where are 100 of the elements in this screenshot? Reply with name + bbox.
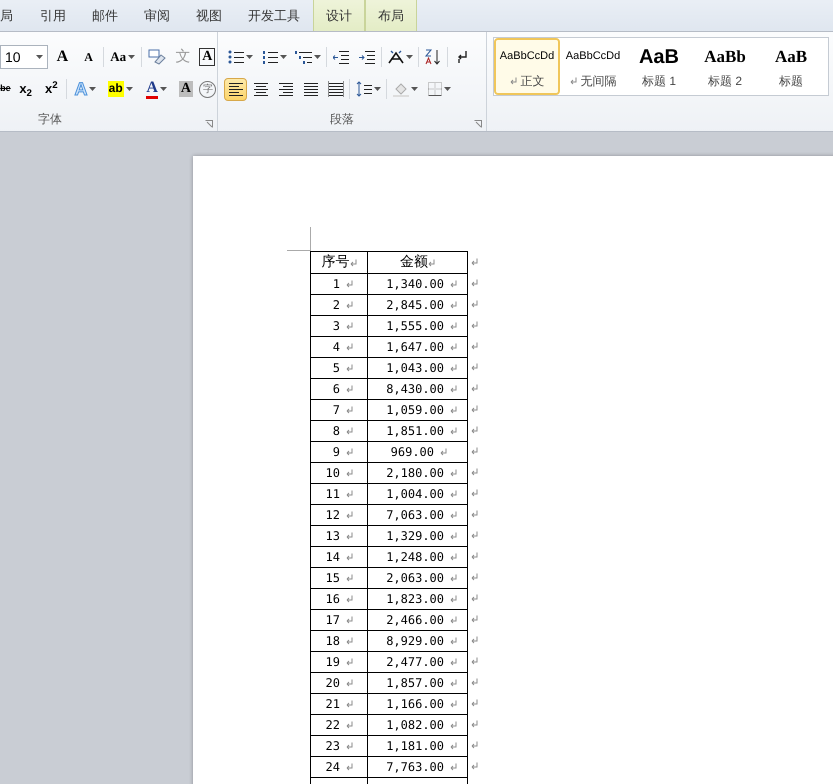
table-cell: 22: [310, 714, 368, 736]
change-case-button[interactable]: Aa: [107, 45, 138, 69]
paragraph-mark-icon: [346, 406, 353, 414]
table-cell: 9: [310, 442, 368, 462]
paragraph-mark-icon: [450, 595, 457, 603]
table-cell: 8,929.00: [368, 630, 468, 652]
table-cell: 7: [310, 400, 368, 420]
paragraph-mark-icon: [471, 426, 478, 434]
shrink-font-button[interactable]: A: [77, 45, 100, 69]
paragraph-mark-icon: [450, 301, 457, 309]
table-cell: 1,248.00: [368, 546, 468, 568]
table-cell: 2: [310, 294, 368, 316]
table-cell: 1,004.00: [368, 484, 468, 504]
table-cell: 2,063.00: [368, 568, 468, 588]
superscript-button[interactable]: x$^{2}$: [40, 77, 62, 101]
table-cell: 8: [310, 420, 368, 442]
ribbon-tab[interactable]: 引用: [27, 0, 79, 31]
font-color-button[interactable]: A: [140, 77, 173, 101]
paragraph-mark-icon: [471, 614, 478, 622]
font-size-field[interactable]: 10: [0, 45, 48, 69]
paragraph-mark-icon: [471, 468, 478, 476]
paragraph-mark-icon: [471, 320, 478, 328]
ribbon-tab[interactable]: 邮件: [79, 0, 131, 31]
paragraph-mark-icon: [450, 700, 457, 708]
table-cell: 2,845.00: [368, 294, 468, 316]
paragraph-mark-icon: [450, 532, 457, 540]
ribbon-tab[interactable]: 审阅: [131, 0, 183, 31]
paragraph-mark-icon: [471, 384, 478, 392]
table-cell: 4: [310, 336, 368, 358]
style-item[interactable]: AaB 标题: [758, 38, 824, 95]
paragraph-mark-icon: [440, 448, 447, 456]
paragraph-mark-icon: [471, 698, 478, 706]
paragraph-mark-icon: [471, 720, 478, 728]
table-cell: 1,555.00: [368, 316, 468, 336]
paragraph-mark-icon: [471, 300, 478, 308]
style-item[interactable]: AaBbCcDd 无间隔: [560, 38, 626, 95]
table-cell: 12: [310, 504, 368, 526]
paragraph-mark-icon: [346, 511, 353, 519]
paragraph-mark-icon: [450, 574, 457, 582]
ribbon-tab[interactable]: 局: [0, 0, 27, 31]
alignment-button[interactable]: [224, 78, 247, 100]
style-item[interactable]: AaBbCcDd 正文: [494, 38, 560, 95]
paragraph-mark-icon: [450, 637, 457, 645]
character-border-button[interactable]: A: [198, 45, 217, 69]
caret-icon: [246, 55, 252, 59]
paragraph-mark-icon: [346, 658, 353, 666]
paragraph-mark-icon: [450, 616, 457, 624]
ribbon-tab[interactable]: 布局: [365, 0, 417, 31]
paragraph-mark-icon: [471, 530, 478, 538]
table-cell: 1,166.00: [368, 694, 468, 714]
multilevel-list-icon: [295, 50, 312, 64]
paragraph-mark-icon: [346, 322, 353, 330]
ribbon-tab[interactable]: 设计: [313, 0, 365, 31]
column-header: 金额: [368, 252, 468, 274]
table-cell: 1,340.00: [368, 274, 468, 294]
paragraph-mark-icon: [471, 572, 478, 580]
paragraph-mark-icon: [346, 721, 353, 729]
sort-icon: [425, 49, 441, 65]
table-cell: 17: [310, 610, 368, 630]
table-cell: 23: [310, 736, 368, 756]
subscript-button[interactable]: x$_{2}$: [14, 77, 36, 101]
paragraph-mark-icon: [346, 742, 353, 750]
paragraph-mark-icon: [346, 490, 353, 498]
paragraph-mark-icon: [471, 656, 478, 664]
dialog-launcher-icon[interactable]: [205, 120, 213, 128]
table-cell: 15: [310, 568, 368, 588]
paragraph-mark-icon: [450, 490, 457, 498]
group-label: 段落: [330, 111, 354, 128]
paragraph-mark-icon: [471, 446, 478, 454]
dialog-launcher-icon[interactable]: [474, 120, 482, 128]
paragraph-mark-icon: [346, 553, 353, 561]
style-item[interactable]: AaB 标题 1: [626, 38, 692, 95]
strikethrough-button[interactable]: be: [0, 77, 11, 101]
table-cell: 1,082.00: [368, 714, 468, 736]
align-lines-icon: [328, 81, 344, 97]
align-lines-icon: [278, 81, 294, 97]
paragraph-mark-icon: [471, 594, 478, 602]
column-header: 序号: [310, 252, 368, 274]
highlight-button[interactable]: ab: [104, 77, 136, 101]
paragraph-mark-icon: [450, 322, 457, 330]
paragraph-mark-icon: [570, 76, 576, 84]
paragraph-mark-icon: [450, 679, 457, 687]
table-cell: 1,851.00: [368, 420, 468, 442]
paragraph-mark-icon: [346, 364, 353, 372]
grow-font-button[interactable]: A: [50, 45, 74, 69]
paragraph-mark-icon: [346, 280, 353, 288]
paragraph-mark-icon: [471, 488, 478, 496]
ribbon-tab[interactable]: 开发工具: [235, 0, 313, 31]
border-grid-icon: [428, 82, 442, 96]
ribbon-tab[interactable]: 视图: [183, 0, 235, 31]
paragraph-mark-icon: [450, 385, 457, 393]
paragraph-mark-icon: [450, 721, 457, 729]
table-cell: 3: [310, 316, 368, 336]
increase-indent-icon: [359, 50, 375, 64]
caret-icon: [160, 87, 167, 91]
paragraph-mark-icon: [346, 574, 353, 582]
align-lines-icon: [302, 81, 318, 97]
paragraph-mark-icon: [450, 406, 457, 414]
table-cell: 2,477.00: [368, 652, 468, 672]
style-item[interactable]: AaBb 标题 2: [692, 38, 758, 95]
